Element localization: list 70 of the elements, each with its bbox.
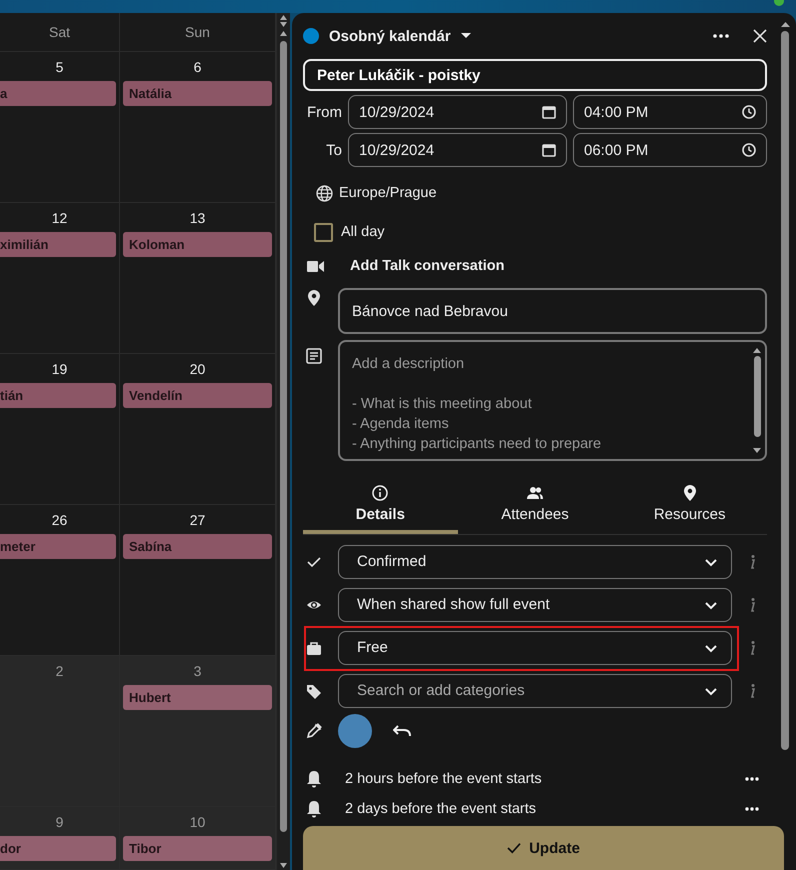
info-icon: [372, 485, 388, 501]
info-icon: [749, 640, 755, 656]
globe-icon: [316, 184, 333, 202]
color-swatch[interactable]: [338, 714, 372, 748]
time-field[interactable]: 06:00 PM: [573, 133, 767, 167]
location-field[interactable]: Bánovce nad Bebravou: [338, 288, 767, 334]
eyedropper-icon: [306, 723, 322, 739]
dropdown[interactable]: Confirmed: [338, 544, 732, 578]
scroll-down-icon: [753, 448, 761, 454]
info-icon: [749, 596, 755, 612]
tab[interactable]: Attendees: [458, 481, 612, 534]
day-number: 2: [56, 662, 64, 680]
field-label: From: [306, 104, 342, 120]
title-field[interactable]: Peter Lukáčik - poistky: [303, 59, 767, 91]
info-icon: [749, 554, 755, 570]
day-number: 5: [56, 58, 64, 76]
reminder-text: 2 days before the event starts: [345, 801, 538, 817]
day-number: 12: [52, 209, 68, 227]
calendar-icon[interactable]: [541, 104, 557, 120]
day-number: 9: [56, 813, 64, 831]
date-field[interactable]: 10/29/2024: [348, 133, 567, 167]
location-pin-icon: [682, 485, 698, 501]
undo-icon[interactable]: [393, 725, 411, 737]
add-talk-link[interactable]: Add Talk conversation: [350, 258, 504, 274]
close-icon[interactable]: [753, 29, 767, 43]
category-search-field[interactable]: Search or add categories: [338, 674, 732, 708]
day-number: 6: [194, 58, 202, 76]
tag-icon: [306, 682, 322, 698]
notes-icon: [306, 348, 322, 364]
day-number: 13: [190, 209, 206, 227]
calendar-icon[interactable]: [541, 142, 557, 158]
more-icon[interactable]: [745, 777, 759, 781]
checkbox-label: All day: [341, 224, 385, 240]
timezone-button[interactable]: Europe/Prague: [316, 181, 767, 205]
day-number: 26: [52, 511, 68, 529]
clock-icon[interactable]: [741, 142, 757, 158]
caret-icon: [460, 33, 471, 39]
date-field[interactable]: 10/29/2024: [348, 95, 567, 129]
time-field[interactable]: 04:00 PM: [573, 95, 767, 129]
day-number: 3: [194, 662, 202, 680]
day-number: 20: [190, 360, 206, 378]
bell-icon: [306, 770, 322, 788]
tab[interactable]: Resources: [612, 481, 768, 534]
bell-icon: [306, 800, 322, 818]
dropdown[interactable]: When shared show full event: [338, 588, 732, 622]
more-icon[interactable]: [745, 807, 759, 811]
day-number: 10: [190, 813, 206, 831]
more-icon[interactable]: [713, 34, 729, 38]
weekday-header: Sat: [0, 13, 120, 52]
location-pin-icon: [308, 290, 320, 306]
reminder-text: 2 hours before the event starts: [345, 771, 543, 787]
update-button[interactable]: Update: [303, 826, 784, 870]
status-icon: [774, 0, 784, 7]
info-icon: [749, 682, 755, 698]
description-field[interactable]: Add a description - What is this meeting about - Agenda items - Anything participants need to prepare: [338, 340, 767, 461]
people-icon: [527, 485, 543, 501]
briefcase-icon: [306, 640, 322, 656]
dropdown[interactable]: Free: [338, 630, 732, 664]
scroll-up-icon: [780, 21, 790, 27]
scroll-down-icon: [279, 862, 288, 870]
scroll-up-icon: [753, 347, 761, 353]
day-number: 27: [190, 511, 206, 529]
day-number: 19: [52, 360, 68, 378]
clock-icon[interactable]: [741, 104, 757, 120]
calendar-picker[interactable]: Osobný kalendár: [327, 28, 471, 44]
check-icon: [507, 842, 522, 854]
all-day-checkbox[interactable]: [314, 222, 333, 242]
tab[interactable]: Details: [303, 481, 458, 534]
field-label: To: [325, 142, 342, 158]
video-camera-icon: [307, 260, 324, 272]
